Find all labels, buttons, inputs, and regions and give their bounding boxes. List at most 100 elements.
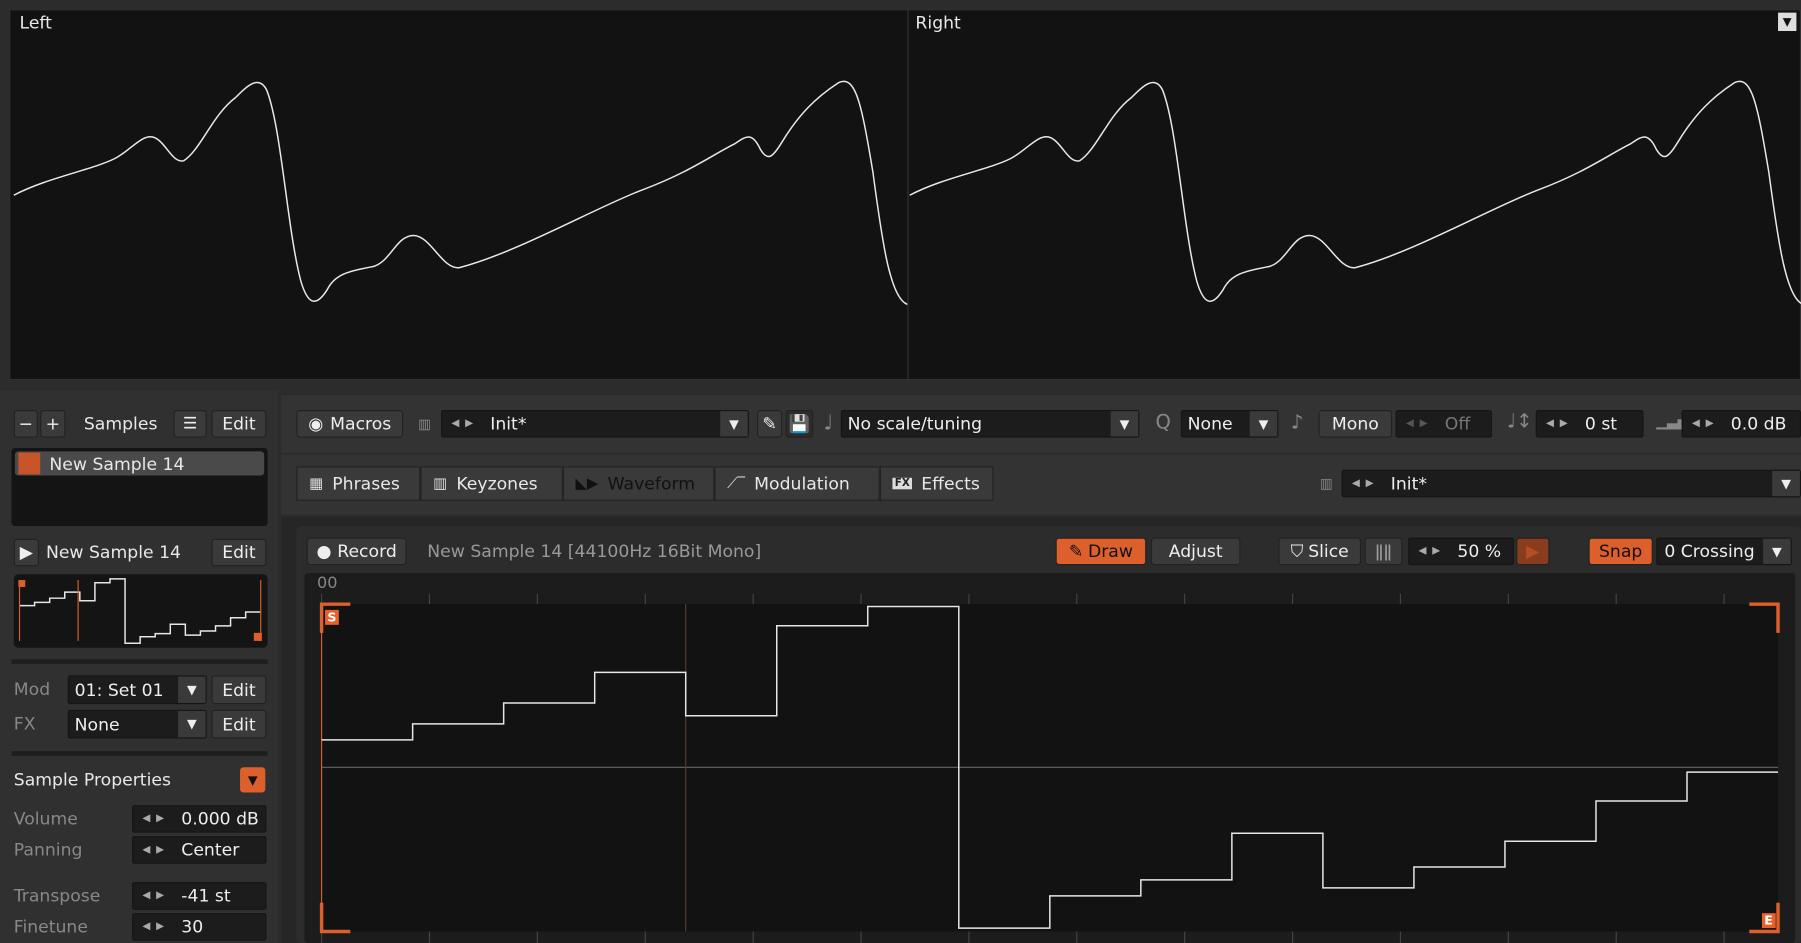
sample-properties-title: Sample Properties xyxy=(14,770,171,791)
end-marker[interactable]: E xyxy=(1762,913,1775,928)
instrument-preset-selector[interactable]: ◀▶ Init* ▼ xyxy=(441,410,749,438)
slice-button[interactable]: ⛉Slice xyxy=(1278,538,1361,566)
sample-thumbnail[interactable] xyxy=(14,574,268,648)
slice-apply-button[interactable]: ▶ xyxy=(1516,538,1549,566)
prev-next-arrows[interactable]: ◀▶ xyxy=(1406,418,1433,429)
macros-button[interactable]: ◉Macros xyxy=(296,410,403,438)
rename-preset-button[interactable]: ✎ xyxy=(757,410,782,438)
quantize-value: None xyxy=(1188,413,1233,434)
chevron-down-icon: ▼ xyxy=(178,711,206,737)
play-icon: ▶ xyxy=(1526,541,1539,562)
property-label: Transpose xyxy=(14,886,101,907)
prev-next-arrows[interactable]: ◀▶ xyxy=(1692,418,1719,429)
fx-chain-dropdown[interactable]: None▼ xyxy=(68,710,207,739)
volume-value: 0.0 dB xyxy=(1731,413,1787,434)
sampler-window: Left Right ▼ − + Samples ☰ Edit New Samp… xyxy=(0,0,1801,943)
fx-edit-button[interactable]: Edit xyxy=(211,710,266,739)
thumbnail-waveform xyxy=(14,574,268,648)
snap-toggle[interactable]: Snap xyxy=(1589,538,1653,566)
tab-phrases[interactable]: ▦ Phrases xyxy=(296,466,420,500)
waveform-icon: ◣▶ xyxy=(575,475,598,492)
add-sample-button[interactable]: + xyxy=(40,410,65,438)
glide-amount[interactable]: ◀▶Off xyxy=(1396,410,1492,438)
global-volume[interactable]: ◀▶ 0.0 dB xyxy=(1682,410,1801,438)
tuning-icon: ♩ xyxy=(824,411,834,435)
waveform-preset-selector[interactable]: ◀▶Init*▼ xyxy=(1342,470,1801,498)
selected-sample-name: New Sample 14 xyxy=(46,542,181,563)
property-label: Volume xyxy=(14,809,78,830)
waveform-plot-area xyxy=(322,604,1778,931)
samples-title: Samples xyxy=(84,413,158,434)
grid-icon: ▦ xyxy=(309,475,323,492)
percent-value: 50 % xyxy=(1457,541,1501,562)
left-channel-wave xyxy=(14,81,908,304)
record-button[interactable]: ●Record xyxy=(307,538,407,566)
mod-edit-button[interactable]: Edit xyxy=(211,675,266,704)
property-value-field[interactable]: ◀▶-41 st xyxy=(132,882,266,910)
prev-next-arrows[interactable]: ◀▶ xyxy=(142,890,169,901)
tab-label: Waveform xyxy=(608,473,695,494)
property-value-field[interactable]: ◀▶0.000 dB xyxy=(132,805,266,833)
tab-label: Phrases xyxy=(332,473,400,494)
thumb-end-marker xyxy=(254,633,262,641)
draw-label: Draw xyxy=(1088,541,1133,562)
start-marker[interactable]: S xyxy=(325,610,339,625)
prev-next-arrows[interactable]: ◀▶ xyxy=(1352,478,1379,489)
sample-list-menu-button[interactable]: ☰ xyxy=(173,410,206,438)
preset-value: Init* xyxy=(490,413,526,434)
mod-set-dropdown[interactable]: 01: Set 01 ▼ xyxy=(68,675,207,704)
prev-next-arrows[interactable]: ◀▶ xyxy=(1419,546,1446,557)
chevron-down-icon: ▼ xyxy=(720,411,748,436)
prev-next-arrows[interactable]: ◀▶ xyxy=(142,921,169,932)
samples-edit-button[interactable]: Edit xyxy=(211,410,266,438)
mod-set-value: 01: Set 01 xyxy=(75,679,164,700)
waveform-canvas[interactable] xyxy=(304,573,1795,943)
sample-edit-button[interactable]: Edit xyxy=(211,539,266,567)
scope-waveform xyxy=(0,0,1801,391)
preset-icon: ▥ xyxy=(418,416,431,432)
snap-mode-value: 0 Crossing xyxy=(1664,541,1754,562)
tab-keyzones[interactable]: ▥Keyzones xyxy=(420,466,562,500)
sample-color-swatch xyxy=(18,453,40,475)
property-value-field[interactable]: ◀▶ 30 xyxy=(132,913,266,941)
tab-waveform[interactable]: ◣▶ Waveform xyxy=(563,466,715,500)
play-sample-button[interactable]: ▶ xyxy=(14,539,39,567)
prev-next-arrows[interactable]: ◀▶ xyxy=(142,813,169,824)
sample-list-item[interactable]: New Sample 14 xyxy=(15,451,264,475)
slice-marker-icon: ⛉ xyxy=(1291,541,1304,562)
auto-slice-button[interactable]: ǁǁ xyxy=(1365,538,1403,566)
sample-properties-toggle[interactable]: ▼ xyxy=(240,767,265,792)
draw-mode-button[interactable]: ✎Draw xyxy=(1056,538,1147,566)
mono-toggle[interactable]: Mono xyxy=(1319,410,1393,438)
property-value-field[interactable]: ◀▶Center xyxy=(132,836,266,864)
divider xyxy=(11,751,267,756)
property-label: Panning xyxy=(14,840,83,861)
envelope-icon: ⟋‾ xyxy=(727,475,745,492)
global-transpose[interactable]: ◀▶0 st xyxy=(1536,410,1644,438)
sample-list-item-label: New Sample 14 xyxy=(49,453,184,474)
tab-modulation[interactable]: ⟋‾Modulation xyxy=(714,466,879,500)
tab-effects[interactable]: FXEffects xyxy=(880,466,994,500)
adjust-mode-button[interactable]: Adjust xyxy=(1151,538,1241,566)
scale-tuning-dropdown[interactable]: No scale/tuning▼ xyxy=(841,410,1140,438)
fx-icon: FX xyxy=(892,478,912,489)
save-preset-button[interactable]: 💾 xyxy=(786,410,814,438)
remove-sample-button[interactable]: − xyxy=(14,410,38,438)
prev-next-arrows[interactable]: ◀▶ xyxy=(142,844,169,855)
chevron-down-icon: ▼ xyxy=(178,677,206,703)
tab-label: Keyzones xyxy=(456,473,537,494)
prev-next-arrows[interactable]: ◀▶ xyxy=(451,418,478,429)
slice-lines-icon: ǁǁ xyxy=(1375,541,1392,562)
fx-label: FX xyxy=(14,713,36,734)
chevron-down-icon: ▼ xyxy=(248,772,258,787)
pencil-icon: ✎ xyxy=(1069,541,1083,562)
quantize-dropdown[interactable]: None▼ xyxy=(1181,410,1279,438)
property-value: 30 xyxy=(181,917,203,938)
prev-next-arrows[interactable]: ◀▶ xyxy=(1546,418,1573,429)
mod-label: Mod xyxy=(14,679,50,700)
slice-percent[interactable]: ◀▶ 50 % xyxy=(1408,538,1514,566)
list-icon: ☰ xyxy=(183,415,197,433)
chevron-down-icon: ▼ xyxy=(1763,539,1791,564)
snap-mode-dropdown[interactable]: 0 Crossing ▼ xyxy=(1656,538,1792,566)
property-label: Finetune xyxy=(14,917,88,938)
